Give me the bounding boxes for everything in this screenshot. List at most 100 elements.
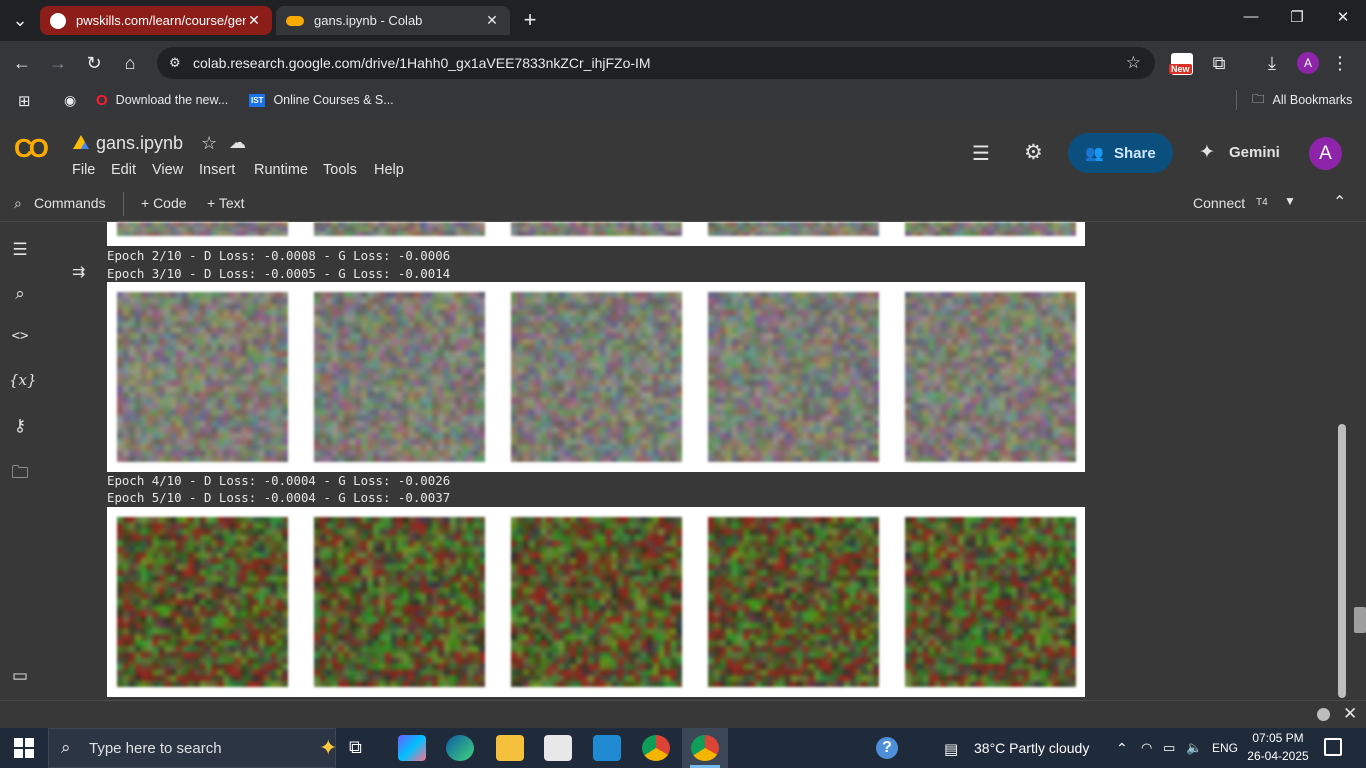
minimize-icon[interactable]: — <box>1228 8 1274 32</box>
copilot-icon[interactable] <box>398 735 426 761</box>
variables-icon[interactable]: {x} <box>9 371 37 393</box>
generated-image <box>708 222 879 236</box>
close-tab-icon[interactable]: ✕ <box>484 12 500 29</box>
windows-start-icon[interactable] <box>14 738 34 758</box>
language-indicator[interactable]: ENG <box>1212 741 1238 755</box>
restore-icon[interactable]: ❐ <box>1274 8 1320 32</box>
new-tab-icon[interactable]: + <box>518 8 542 32</box>
show-hidden-icons-icon[interactable]: ⌃ <box>1116 740 1128 757</box>
clock-date[interactable]: 26-04-2025 <box>1247 749 1309 763</box>
volume-icon[interactable]: 🔈 <box>1186 740 1202 756</box>
extension-new-icon[interactable]: New <box>1169 53 1193 75</box>
connect-button[interactable]: Connect <box>1193 195 1245 211</box>
collapse-chevron-up-icon[interactable]: ⌃ <box>1333 192 1346 212</box>
home-icon[interactable]: ⌂ <box>118 51 142 75</box>
search-icon: ⌕ <box>61 738 71 757</box>
menu-edit[interactable]: Edit <box>111 162 136 178</box>
settings-gear-icon[interactable]: ⚙ <box>1024 140 1043 165</box>
generated-image <box>905 517 1076 687</box>
extensions-icon[interactable]: ⧉ <box>1207 51 1231 75</box>
address-bar[interactable]: ⚙ colab.research.google.com/drive/1Hahh0… <box>157 47 1155 79</box>
menu-help[interactable]: Help <box>374 162 404 178</box>
back-icon[interactable]: ← <box>10 51 34 75</box>
close-window-icon[interactable]: ✕ <box>1320 8 1366 32</box>
files-folder-icon[interactable]: 🗀 <box>9 460 31 482</box>
close-tab-icon[interactable]: ✕ <box>246 12 262 29</box>
bookmark-online-courses[interactable]: IST Online Courses & S... <box>249 85 394 115</box>
all-bookmarks[interactable]: 🗀 All Bookmarks <box>1252 85 1352 115</box>
terminal-icon[interactable]: ▭ <box>9 666 31 688</box>
generated-image <box>117 292 288 462</box>
tab-colab[interactable]: gans.ipynb - Colab ✕ <box>276 6 510 35</box>
account-avatar[interactable]: A <box>1309 137 1342 170</box>
search-placeholder: Type here to search <box>89 739 222 757</box>
page-scroll-thumb[interactable] <box>1354 607 1366 633</box>
apps-grid-icon[interactable]: ⊞ <box>18 92 31 110</box>
search-icon: ⌕ <box>14 195 22 211</box>
wifi-icon[interactable]: ◠ <box>1141 740 1152 756</box>
all-bookmarks-label: All Bookmarks <box>1272 93 1353 107</box>
globe-icon[interactable]: ◉ <box>64 92 76 109</box>
find-icon[interactable]: ⌕ <box>9 284 31 306</box>
bookmark-label: Online Courses & S... <box>273 93 394 107</box>
gemini-sparkle-icon[interactable]: ✦ <box>1199 141 1215 164</box>
cloud-icon[interactable]: ☁ <box>229 133 246 153</box>
edge-icon[interactable] <box>446 735 474 761</box>
chrome-menu-icon[interactable]: ⋮ <box>1328 51 1352 75</box>
menu-tools[interactable]: Tools <box>323 162 357 178</box>
site-info-icon[interactable]: ⚙ <box>169 55 181 71</box>
search-highlight-icon: ✦ <box>319 735 338 760</box>
tab-pwskills[interactable]: pwskills.com/learn/course/gena ✕ <box>40 6 272 35</box>
figure-epoch5 <box>107 507 1085 697</box>
generated-image <box>905 292 1076 462</box>
add-code-button[interactable]: + Code <box>141 195 187 211</box>
menu-runtime[interactable]: Runtime <box>254 162 308 178</box>
mail-icon[interactable] <box>544 735 572 761</box>
taskbar-search[interactable]: ⌕ Type here to search ✦ <box>48 728 338 768</box>
task-view-icon[interactable]: ⧉ <box>349 737 362 758</box>
battery-icon[interactable]: ▭ <box>1163 740 1175 756</box>
weather-text[interactable]: 38°C Partly cloudy <box>974 740 1089 756</box>
ist-icon: IST <box>249 93 266 107</box>
vscode-icon[interactable] <box>593 735 621 761</box>
divider <box>123 192 124 216</box>
menu-insert[interactable]: Insert <box>199 162 235 178</box>
comments-icon[interactable]: ☰ <box>972 141 990 166</box>
output-toggle-icon[interactable]: ⇉ <box>72 262 85 282</box>
notebook-title[interactable]: gans.ipynb <box>96 133 183 154</box>
commands-button[interactable]: Commands <box>34 195 106 211</box>
generated-image <box>117 517 288 687</box>
log-line: Epoch 4/10 - D Loss: -0.0004 - G Loss: -… <box>107 473 451 488</box>
generated-image <box>117 222 288 236</box>
tab-search-chevron-icon[interactable]: ⌄ <box>8 8 32 32</box>
code-snippets-icon[interactable]: <> <box>9 328 31 350</box>
forward-icon[interactable]: → <box>46 51 70 75</box>
reload-icon[interactable]: ↻ <box>82 51 106 75</box>
clock-time[interactable]: 07:05 PM <box>1250 731 1306 745</box>
colab-logo[interactable]: CO <box>14 133 49 164</box>
tab-title: gans.ipynb - Colab <box>314 13 423 28</box>
share-button[interactable]: 👥 Share <box>1068 133 1173 173</box>
close-icon[interactable]: ✕ <box>1343 704 1357 724</box>
connect-dropdown-icon[interactable]: ▼ <box>1284 194 1296 208</box>
gemini-button[interactable]: Gemini <box>1229 144 1280 161</box>
bookmark-star-icon[interactable]: ☆ <box>1126 53 1141 73</box>
menu-view[interactable]: View <box>152 162 183 178</box>
log-line: Epoch 3/10 - D Loss: -0.0005 - G Loss: -… <box>107 266 451 281</box>
profile-avatar[interactable]: A <box>1297 52 1319 74</box>
star-icon[interactable]: ☆ <box>201 133 217 154</box>
scrollbar-thumb[interactable] <box>1338 424 1346 698</box>
download-icon[interactable]: ⤓ <box>1260 51 1284 75</box>
table-of-contents-icon[interactable]: ☰ <box>9 240 31 262</box>
notifications-icon[interactable] <box>1324 738 1342 756</box>
secrets-key-icon[interactable]: ⚷ <box>9 416 31 438</box>
help-icon[interactable]: ? <box>876 737 898 759</box>
weather-icon[interactable]: ▤ <box>944 740 958 758</box>
bookmark-download[interactable]: O Download the new... <box>96 85 228 115</box>
chrome-icon[interactable] <box>642 735 670 761</box>
file-explorer-icon[interactable] <box>496 735 524 761</box>
chrome-active-icon[interactable] <box>691 735 719 761</box>
menu-file[interactable]: File <box>72 162 95 178</box>
figure-epoch3 <box>107 282 1085 472</box>
add-text-button[interactable]: + Text <box>207 195 245 211</box>
